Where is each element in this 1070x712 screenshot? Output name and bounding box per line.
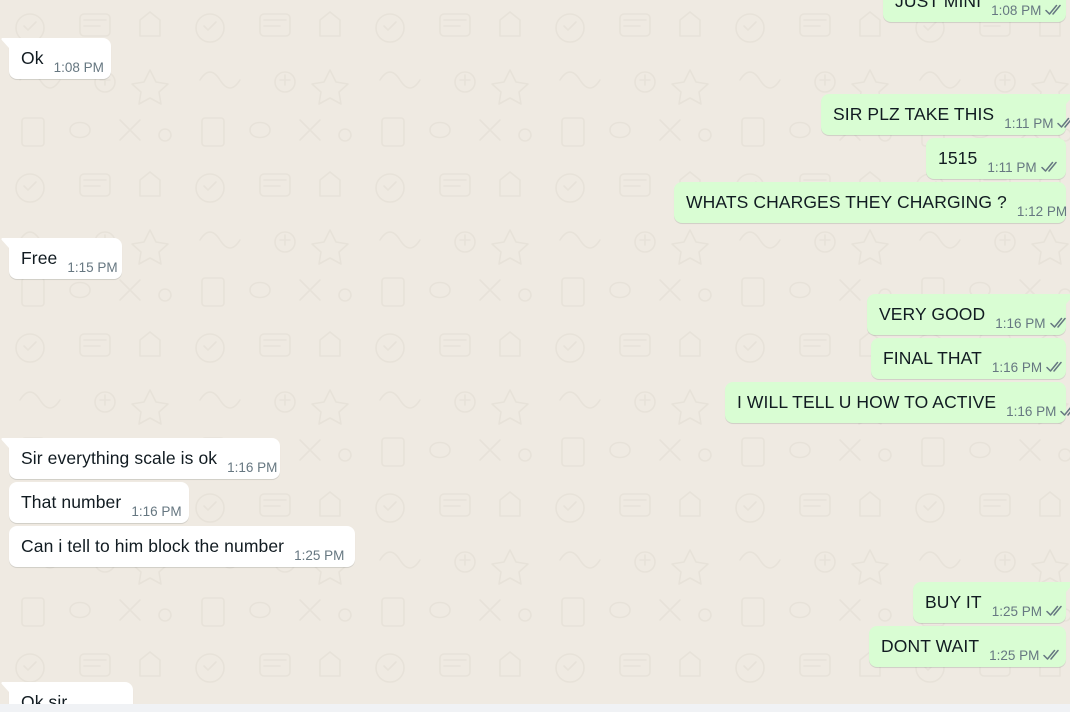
message-time: 1:16 PM — [131, 504, 182, 519]
message-text: JUST MINI — [895, 0, 982, 11]
message-text: That number — [21, 492, 122, 512]
message-meta: 1:16 PM — [995, 294, 1068, 331]
message-time: 1:16 PM — [995, 316, 1046, 331]
message-time: 1:15 PM — [67, 260, 118, 275]
message-meta: 1:08 PM — [991, 0, 1064, 18]
message-text: VERY GOOD — [879, 304, 986, 324]
message-incoming[interactable]: Ok sir — [1, 682, 133, 704]
message-incoming[interactable]: Sir everything scale is ok 1:16 PM — [1, 438, 280, 479]
message-incoming[interactable]: Ok 1:08 PM — [1, 38, 111, 79]
bubble-tail — [1, 682, 9, 692]
message-text: I WILL TELL U HOW TO ACTIVE — [737, 392, 997, 412]
double-check-icon — [1060, 407, 1070, 416]
message-text: Free — [21, 248, 58, 268]
double-check-icon — [1049, 317, 1066, 328]
message-outgoing[interactable]: SIR PLZ TAKE THIS 1:11 PM — [821, 94, 1070, 135]
message-meta: 1:16 PM — [1006, 382, 1070, 419]
message-time: 1:12 PM — [1016, 204, 1068, 219]
message-time: 1:16 PM — [991, 360, 1043, 375]
double-check-icon — [1046, 605, 1062, 616]
bubble-tail — [1066, 582, 1070, 592]
bubble-tail — [1, 38, 9, 48]
message-meta: 1:11 PM — [987, 138, 1059, 175]
message-incoming[interactable]: Can i tell to him block the number 1:25 P… — [9, 526, 355, 567]
message-text: Sir everything scale is ok — [21, 448, 218, 468]
message-time: 1:25 PM — [991, 604, 1042, 619]
message-time: 1:08 PM — [991, 3, 1042, 18]
message-outgoing[interactable]: WHATS CHARGES THEY CHARGING ? 1:12 PM — [674, 182, 1067, 223]
message-time: 1:11 PM — [1004, 116, 1054, 131]
message-outgoing[interactable]: 1515 1:11 PM — [926, 138, 1066, 179]
composer-edge — [0, 704, 1070, 712]
chat-background: JUST MINI 1:08 PM Ok 1:08 PM SIR PLZ TAKE … — [0, 0, 1070, 704]
message-time: 1:16 PM — [227, 460, 278, 475]
message-text: FINAL THAT — [883, 348, 982, 368]
message-time: 1:11 PM — [987, 160, 1037, 175]
message-incoming[interactable]: Free 1:15 PM — [1, 238, 122, 279]
message-incoming[interactable]: That number 1:16 PM — [9, 482, 189, 523]
message-text: Ok — [21, 48, 44, 68]
message-outgoing[interactable]: I WILL TELL U HOW TO ACTIVE 1:16 PM — [725, 382, 1070, 423]
bubble-tail — [1066, 294, 1070, 304]
message-time: 1:16 PM — [1006, 404, 1057, 419]
message-text: DONT WAIT — [881, 636, 980, 656]
message-time: 1:08 PM — [53, 60, 104, 75]
double-check-icon — [1045, 4, 1062, 15]
message-time: 1:25 PM — [294, 548, 345, 563]
double-check-icon — [1057, 117, 1070, 128]
message-text: SIR PLZ TAKE THIS — [833, 104, 995, 124]
message-meta: 1:12 PM — [1017, 182, 1070, 219]
message-text: 1515 — [938, 148, 978, 168]
double-check-icon — [1040, 161, 1057, 172]
message-text: WHATS CHARGES THEY CHARGING ? — [686, 192, 1007, 212]
bubble-tail — [1, 438, 9, 448]
message-time: 1:25 PM — [989, 648, 1040, 663]
message-outgoing[interactable]: VERY GOOD 1:16 PM — [867, 294, 1070, 335]
message-outgoing[interactable]: JUST MINI 1:08 PM — [883, 0, 1066, 22]
message-text: BUY IT — [925, 592, 982, 612]
message-outgoing[interactable]: FINAL THAT 1:16 PM — [871, 338, 1066, 379]
message-outgoing[interactable]: DONT WAIT 1:25 PM — [869, 626, 1066, 667]
message-text: Can i tell to him block the number — [21, 536, 285, 556]
message-outgoing[interactable]: BUY IT 1:25 PM — [913, 582, 1070, 623]
bubble-tail — [1, 238, 9, 248]
message-meta: 1:25 PM — [989, 626, 1062, 663]
double-check-icon — [1043, 649, 1060, 660]
double-check-icon — [1046, 361, 1062, 372]
message-text: Ok sir — [21, 692, 68, 704]
message-meta: 1:25 PM — [992, 582, 1065, 619]
bubble-tail — [1066, 94, 1070, 104]
message-meta: 1:16 PM — [992, 338, 1065, 375]
message-meta: 1:11 PM — [1004, 94, 1070, 131]
